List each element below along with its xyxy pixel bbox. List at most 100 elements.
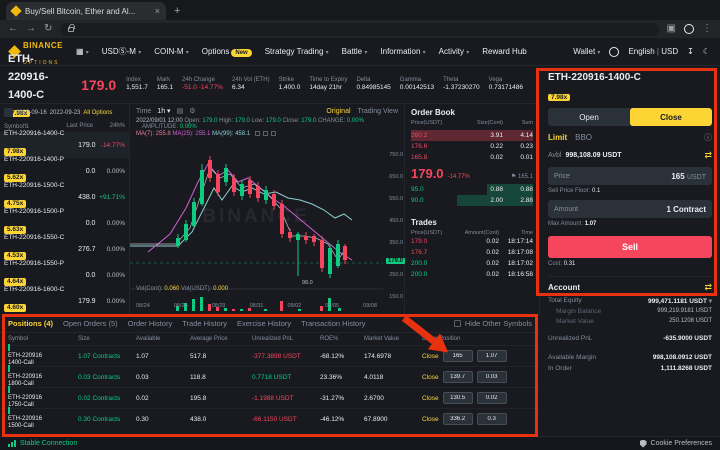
nav-item-reward-hub[interactable]: Reward Hub bbox=[482, 47, 526, 56]
url-field[interactable] bbox=[60, 23, 658, 36]
svg-text:BINANCE: BINANCE bbox=[202, 206, 310, 227]
expiry-date-2[interactable]: 2022-09-23 bbox=[50, 110, 81, 116]
sell-button[interactable]: Sell bbox=[548, 236, 712, 258]
new-tab-button[interactable]: + bbox=[174, 5, 180, 17]
option-row-1500C[interactable]: ETH-220916-1500-C4.75x 438.0+91.71% bbox=[0, 184, 129, 210]
all-options-filter[interactable]: All Options bbox=[83, 110, 112, 116]
new-badge: New bbox=[231, 49, 251, 57]
close-position-link[interactable]: Close bbox=[422, 416, 439, 423]
nav-item-information[interactable]: Information ▾ bbox=[380, 47, 425, 56]
tab-close[interactable]: Close bbox=[630, 108, 712, 126]
binance-nav-bar: BINANCE OPTIONS ▦ ▾ USDⓈ-M ▾ COIN-M ▾ Op… bbox=[0, 38, 720, 66]
close-price-input[interactable] bbox=[443, 413, 473, 425]
close-qty-input[interactable] bbox=[477, 350, 507, 362]
tab-open[interactable]: Open bbox=[548, 108, 630, 126]
close-position-link[interactable]: Close bbox=[422, 395, 439, 402]
theme-toggle-icon[interactable]: ☾ bbox=[703, 47, 710, 56]
trade-row: 179.00.0218:17:14 bbox=[411, 236, 533, 247]
app-window: Buy/Sell Bitcoin, Ether and Al... × + ← … bbox=[0, 0, 720, 450]
products-grid-icon[interactable]: ▦ ▾ bbox=[76, 47, 89, 56]
trade-row: 200.00.0218:17:02 bbox=[411, 258, 533, 269]
tab-positions[interactable]: Positions (4) bbox=[8, 319, 53, 328]
option-row-1400P[interactable]: ETH-220916-1400-P5.62x 0.00.00% bbox=[0, 158, 129, 184]
order-book-mid-price: 179.0 -14.77% ⚑ 165.1 bbox=[411, 166, 533, 181]
account-avatar-icon[interactable] bbox=[609, 47, 619, 57]
total-equity-row[interactable]: Total Equity999,471.1181 USDT ▾ bbox=[548, 297, 712, 305]
order-book-header: Price(USDT)Size(Cont)Sum bbox=[411, 120, 533, 126]
close-qty-input[interactable] bbox=[477, 392, 507, 404]
browser-tab-strip: Buy/Sell Bitcoin, Ether and Al... × + bbox=[0, 0, 720, 20]
chart-tab-tradingview[interactable]: Trading View bbox=[358, 108, 398, 115]
extensions-icon[interactable]: ▣ bbox=[667, 24, 676, 34]
calendar-icon[interactable] bbox=[4, 108, 13, 117]
ask-row[interactable]: 260.23.914.14 bbox=[411, 130, 533, 141]
tab-open-orders[interactable]: Open Orders (5) bbox=[63, 319, 118, 328]
stat-mark: Mark165.1 bbox=[157, 77, 173, 93]
language-currency[interactable]: English | USD bbox=[628, 47, 678, 56]
browser-profile-avatar[interactable] bbox=[684, 24, 694, 34]
option-row-1400C[interactable]: ETH-220916-1400-C7.98x 179.0-14.77% bbox=[0, 132, 129, 158]
nav-item-strategy-trading[interactable]: Strategy Trading ▾ bbox=[265, 47, 329, 56]
bid-row[interactable]: 95.00.880.88 bbox=[411, 184, 533, 195]
tab-exercise-history[interactable]: Exercise History bbox=[237, 319, 291, 328]
indicator-settings-icon[interactable]: ⚙ bbox=[189, 107, 195, 115]
order-book-panel: Order Book Price(USDT)Size(Cont)Sum 260.… bbox=[405, 104, 540, 315]
close-qty-input[interactable] bbox=[477, 371, 507, 383]
price-axis: 750.0 650.0 550.0 450.0 350.0 250.0 150.… bbox=[383, 148, 405, 308]
amount-field[interactable]: Amount 1 Contract bbox=[548, 200, 712, 218]
ask-row[interactable]: 176.60.220.23 bbox=[411, 141, 533, 152]
price-field[interactable]: Price 165 USDT bbox=[548, 167, 712, 185]
tab-transaction-history[interactable]: Transaction History bbox=[301, 319, 365, 328]
stat-gamma: Gamma0.00142513 bbox=[400, 77, 434, 93]
nav-item-activity[interactable]: Activity ▾ bbox=[439, 47, 470, 56]
col-24h-change[interactable]: 24h% bbox=[93, 123, 125, 130]
trade-row: 200.00.0218:16:58 bbox=[411, 269, 533, 280]
close-tab-icon[interactable]: × bbox=[155, 6, 160, 16]
wallet-menu[interactable]: Wallet ▾ bbox=[573, 47, 600, 56]
info-icon[interactable]: ⓘ bbox=[704, 132, 712, 143]
transfer-icon[interactable]: ⇄ bbox=[704, 150, 712, 161]
close-qty-input[interactable] bbox=[477, 413, 507, 425]
stat-theta: Theta-1.37230270 bbox=[443, 77, 480, 93]
ma-checkbox[interactable] bbox=[263, 131, 268, 136]
stat-24h-change: 24h Change-51.0 -14.77% bbox=[182, 77, 223, 93]
col-last-price[interactable]: Last Price bbox=[59, 123, 93, 130]
tab-trade-history[interactable]: Trade History bbox=[182, 319, 227, 328]
ask-row[interactable]: 165.80.020.01 bbox=[411, 152, 533, 163]
close-price-input[interactable] bbox=[443, 371, 473, 383]
cookie-preferences[interactable]: Cookie Preferences bbox=[640, 440, 712, 448]
nav-item-usdm[interactable]: USDⓈ-M ▾ bbox=[102, 46, 141, 57]
browser-tab[interactable]: Buy/Sell Bitcoin, Ether and Al... × bbox=[6, 2, 166, 20]
tab-order-history[interactable]: Order History bbox=[128, 319, 173, 328]
account-transfer-icon[interactable]: ⇄ bbox=[704, 282, 712, 293]
option-row-1550C[interactable]: ETH-220916-1550-C4.53x 276.70.00% bbox=[0, 236, 129, 262]
back-icon[interactable]: ← bbox=[8, 24, 18, 34]
nav-item-options[interactable]: OptionsNew bbox=[202, 47, 252, 56]
order-type-bbo[interactable]: BBO bbox=[575, 133, 592, 142]
ma-checkbox[interactable] bbox=[271, 131, 276, 136]
bid-row[interactable]: 90.02.002.88 bbox=[411, 195, 533, 206]
download-icon[interactable]: ↧ bbox=[687, 47, 694, 56]
url-input[interactable] bbox=[79, 25, 650, 34]
nav-item-coinm[interactable]: COIN-M ▾ bbox=[154, 47, 189, 56]
chart-tab-original[interactable]: Original bbox=[326, 108, 350, 115]
col-symbol[interactable]: Symbol⇅ bbox=[4, 123, 59, 130]
mark-price: ⚑ 165.1 bbox=[511, 173, 533, 180]
expiry-date-1[interactable]: 2022-09-16 bbox=[16, 110, 47, 116]
browser-menu-icon[interactable]: ⋮ bbox=[702, 24, 712, 34]
options-list-sidebar: 2022-09-16 2022-09-23 All Options Symbol… bbox=[0, 104, 130, 315]
forward-icon[interactable]: → bbox=[26, 24, 36, 34]
order-type-limit[interactable]: Limit bbox=[548, 133, 567, 142]
ma-checkbox[interactable] bbox=[255, 131, 260, 136]
chart-toolbar: Time 1h ▾ ▤ ⚙ Original Trading View bbox=[130, 104, 404, 118]
reload-icon[interactable]: ↻ bbox=[44, 24, 52, 34]
nav-item-battle[interactable]: Battle ▾ bbox=[342, 47, 368, 56]
option-row-1600C[interactable]: ETH-220916-1600-C4.60x 179.90.00% bbox=[0, 288, 129, 314]
option-row-1500P[interactable]: ETH-220916-1500-P5.63x 0.00.00% bbox=[0, 210, 129, 236]
close-price-input[interactable] bbox=[443, 392, 473, 404]
cost-note: Cost: 0.31 bbox=[548, 261, 712, 267]
close-position-link[interactable]: Close bbox=[422, 374, 439, 381]
candle-style-icon[interactable]: ▤ bbox=[177, 107, 184, 115]
interval-selector[interactable]: 1h ▾ bbox=[157, 107, 170, 115]
option-row-1550P[interactable]: ETH-220916-1550-P4.64x 0.00.00% bbox=[0, 262, 129, 288]
